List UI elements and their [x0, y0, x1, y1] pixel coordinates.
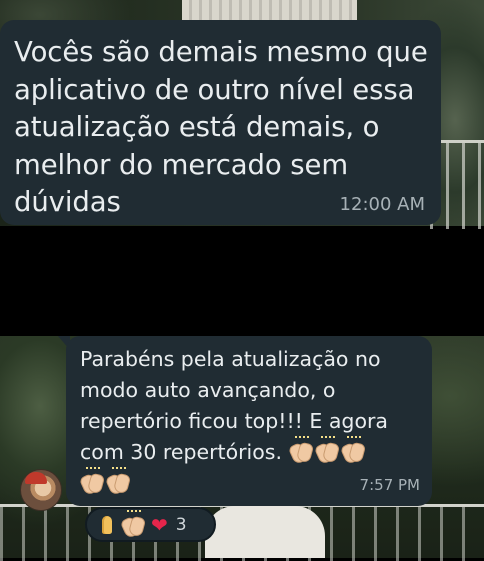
clapping-hands-icon: [315, 436, 339, 462]
message-timestamp: 12:00 AM: [339, 194, 425, 215]
reaction-count: 3: [175, 514, 187, 535]
message-timestamp: 7:57 PM: [359, 476, 420, 494]
message-bubble-1[interactable]: Vocês são demais mesmo que aplicativo de…: [0, 20, 441, 225]
clapping-hands-icon: [121, 509, 145, 536]
clapping-hands-icon: [80, 467, 104, 493]
message-bubble-2[interactable]: Parabéns pela atualização no modo auto a…: [66, 336, 432, 506]
background-curtain: [182, 0, 357, 22]
reactions-pill[interactable]: ❤ 3: [85, 507, 216, 542]
clapping-hands-icon: [289, 436, 313, 462]
red-heart-icon: ❤: [151, 512, 168, 537]
background-dress: [205, 506, 325, 558]
folded-hands-icon: [97, 514, 117, 536]
clapping-hands-icon: [106, 467, 130, 493]
sender-avatar[interactable]: [20, 469, 62, 511]
clapping-hands-icon: [341, 436, 365, 462]
